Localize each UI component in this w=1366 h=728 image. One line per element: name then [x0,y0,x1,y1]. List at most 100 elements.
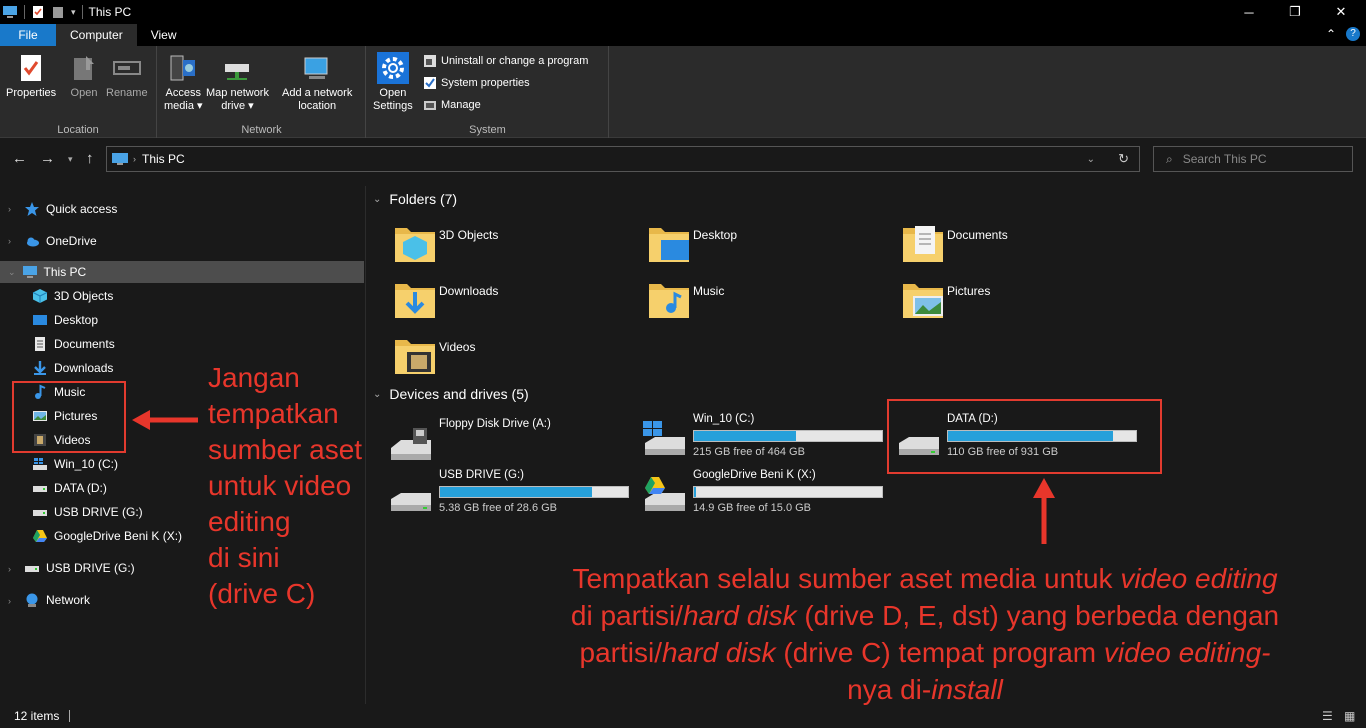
collapse-chevron-icon[interactable]: ⌄ [373,194,381,205]
drive-usage-fill [694,487,696,497]
folders-group-header[interactable]: ⌄ Folders (7) [373,191,1353,207]
open-button[interactable]: Open [68,52,100,100]
tab-view[interactable]: View [137,24,191,46]
map-network-drive-button[interactable]: Map network drive ▾ [206,52,269,113]
tab-file[interactable]: File [0,24,56,46]
star-icon [25,202,39,216]
folder-name: Pictures [947,284,991,298]
recent-locations-chevron-icon[interactable]: ▾ [68,154,73,165]
uninstall-icon [424,55,436,67]
annotation-bottom-part: (drive C) tempat program [775,637,1104,668]
document-icon [35,337,45,351]
nav-win10-label: Win_10 (C:) [54,457,119,471]
drive-win10-c[interactable]: Win_10 (C:) 215 GB free of 464 GB [641,413,891,461]
details-view-icon[interactable]: ☰ [1322,709,1333,723]
minimize-button[interactable]: ─ [1226,0,1272,24]
search-box[interactable]: ⌕ Search This PC [1153,146,1353,172]
customize-quick-access-icon[interactable]: ▾ [71,7,76,18]
folder-music[interactable]: Music [647,278,897,326]
folder-music-icon [649,284,689,318]
folder-downloads[interactable]: Downloads [393,278,643,326]
up-arrow-icon[interactable]: ↑ [86,150,94,167]
close-button[interactable]: ✕ [1318,0,1364,24]
folder-videos[interactable]: Videos [393,334,643,382]
new-folder-quick-icon[interactable] [51,5,65,19]
folder-name: 3D Objects [439,228,499,242]
nav-item-googledrive-x[interactable]: GoogleDrive Beni K (X:) [32,525,182,547]
folder-documents[interactable]: Documents [901,222,1151,270]
cube-icon [32,289,48,303]
forward-arrow-icon[interactable]: → [40,150,55,167]
collapse-chevron-icon[interactable]: ⌄ [373,389,381,400]
expand-chevron-icon[interactable]: › [8,236,11,246]
minimize-ribbon-icon[interactable]: ⌃ [1326,27,1336,41]
large-icons-view-icon[interactable]: ▦ [1344,709,1355,723]
drive-googledrive-x[interactable]: GoogleDrive Beni K (X:) 14.9 GB free of … [641,469,891,517]
computer-icon [3,6,17,18]
system-group: Open Settings Uninstall or change a prog… [367,46,609,138]
folder-3d-objects[interactable]: 3D Objects [393,222,643,270]
open-settings-label-2: Settings [373,100,413,112]
collapse-chevron-icon[interactable]: ⌄ [8,267,16,278]
refresh-icon[interactable]: ↻ [1118,151,1129,167]
folder-videos-icon [395,340,435,374]
nav-item-3d-objects[interactable]: 3D Objects [32,285,113,307]
nav-usb-drive[interactable]: USB DRIVE (G:) [24,557,135,579]
drive-usb-g[interactable]: USB DRIVE (G:) 5.38 GB free of 28.6 GB [387,469,637,517]
nav-item-documents[interactable]: Documents [32,333,115,355]
maximize-button[interactable]: ❐ [1272,0,1318,24]
nav-quick-access[interactable]: Quick access [24,198,117,220]
access-media-button[interactable]: Access media ▾ [164,52,203,113]
rename-button[interactable]: Rename [106,52,148,100]
properties-button[interactable]: Properties [6,52,56,100]
expand-chevron-icon[interactable]: › [8,204,11,214]
computer-icon [112,153,128,165]
annotation-bottom-part: Tempatkan selalu sumber aset media untuk [572,563,1121,594]
nav-desktop-label: Desktop [54,313,99,327]
annotation-bottom-italic: hard disk [661,637,776,668]
drive-floppy-a[interactable]: Floppy Disk Drive (A:) [387,418,637,466]
drive-usage-bar [693,486,883,498]
search-placeholder[interactable]: Search This PC [1183,152,1267,166]
cloud-icon [27,237,39,247]
nav-item-desktop[interactable]: Desktop [32,309,98,331]
nav-onedrive[interactable]: OneDrive [24,230,97,252]
folder-desktop[interactable]: Desktop [647,222,897,270]
location-group: Properties Open Rename Location [0,46,157,138]
nav-item-downloads[interactable]: Downloads [32,357,113,379]
drive-name: Floppy Disk Drive (A:) [439,418,551,430]
drive-name: Win_10 (C:) [693,413,755,425]
folder-pictures[interactable]: Pictures [901,278,1151,326]
nav-item-win10-c[interactable]: Win_10 (C:) [32,453,118,475]
add-network-location-button[interactable]: Add a network location [282,52,352,113]
properties-quick-icon[interactable] [31,5,45,19]
address-dropdown-icon[interactable]: ⌄ [1087,154,1095,165]
system-properties-label: System properties [441,77,530,89]
back-arrow-icon[interactable]: ← [12,150,27,167]
manage-icon [424,101,436,110]
nav-item-data-d[interactable]: DATA (D:) [32,477,107,499]
expand-chevron-icon[interactable]: › [8,564,11,574]
address-chevron-icon[interactable]: › [133,154,136,164]
nav-this-pc[interactable]: ⌄ This PC [0,261,364,283]
up-pointing-arrow [1033,478,1055,544]
address-bar[interactable]: › This PC ⌄ ↻ [106,146,1140,172]
system-properties-button[interactable]: System properties [423,76,530,90]
ribbon-tabs: File Computer View ⌃ ? [0,24,1366,46]
nav-item-usb-g[interactable]: USB DRIVE (G:) [32,501,143,523]
nav-network[interactable]: Network [24,589,90,611]
open-settings-button[interactable]: Open Settings [373,52,413,113]
manage-button[interactable]: Manage [423,98,481,112]
help-icon[interactable]: ? [1346,27,1360,41]
nav-3d-objects-label: 3D Objects [54,289,114,303]
drives-group-header[interactable]: ⌄ Devices and drives (5) [373,386,1353,402]
address-path[interactable]: This PC [142,152,185,166]
folder-3d-objects-icon [395,228,435,262]
annotation-bottom-part: partisi/ [579,637,662,668]
uninstall-program-button[interactable]: Uninstall or change a program [423,54,588,68]
annotation-left-line: editing [208,506,291,537]
access-media-label-1: Access [165,87,201,99]
tab-computer[interactable]: Computer [56,24,137,46]
annotation-bottom-text: Tempatkan selalu sumber aset media untuk… [500,560,1350,708]
expand-chevron-icon[interactable]: › [8,596,11,606]
